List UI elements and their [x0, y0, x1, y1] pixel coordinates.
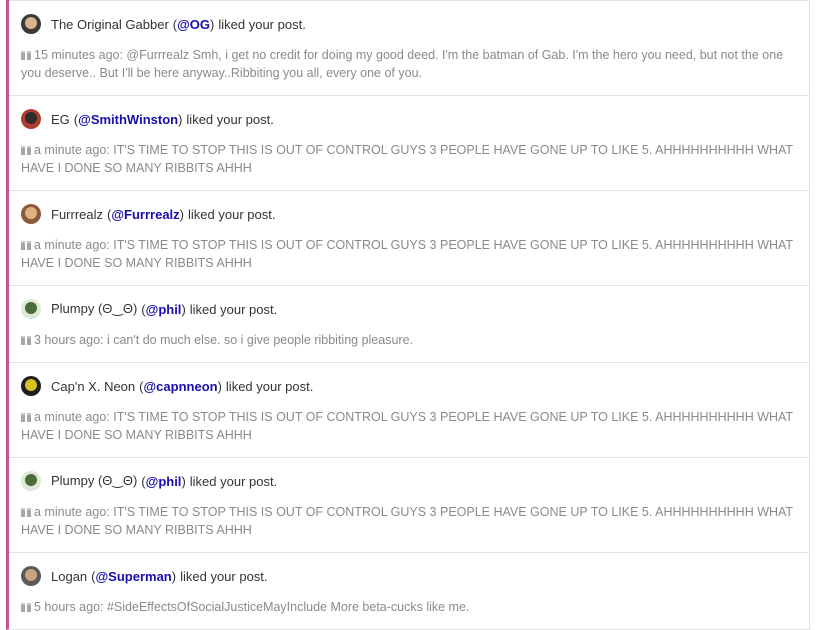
user-handle-link[interactable]: @Superman — [96, 569, 172, 584]
avatar-phil-icon[interactable] — [21, 471, 41, 491]
notification-header: Logan (@Superman) liked your post. — [21, 566, 797, 586]
action-text: liked your post. — [218, 16, 306, 32]
quote-icon — [21, 413, 31, 422]
avatar-phil-icon[interactable] — [21, 299, 41, 319]
avatar-gabber-icon[interactable] — [21, 14, 41, 34]
post-excerpt[interactable]: 15 minutes ago: @Furrrealz Smh, i get no… — [21, 46, 797, 82]
notification-header: Plumpy (Θ‿Θ) (@phil) liked your post. — [21, 299, 797, 319]
user-name[interactable]: Plumpy (Θ‿Θ) — [51, 301, 137, 317]
action-text: liked your post. — [189, 301, 278, 317]
handle-wrap: (@phil) — [141, 473, 186, 489]
post-excerpt-text: a minute ago: IT'S TIME TO STOP THIS IS … — [21, 410, 793, 442]
quote-icon — [21, 603, 31, 612]
quote-icon — [21, 336, 31, 345]
user-handle-link[interactable]: @OG — [177, 17, 210, 32]
avatar-superman-icon[interactable] — [21, 566, 41, 586]
notification-item[interactable]: The Original Gabber (@OG) liked your pos… — [9, 0, 809, 95]
avatar-smithwinston-icon[interactable] — [21, 109, 41, 129]
handle-wrap: (@phil) — [141, 301, 186, 317]
post-excerpt[interactable]: a minute ago: IT'S TIME TO STOP THIS IS … — [21, 408, 797, 444]
notification-item[interactable]: Plumpy (Θ‿Θ) (@phil) liked your post. a … — [9, 457, 809, 552]
notification-header: The Original Gabber (@OG) liked your pos… — [21, 14, 797, 34]
user-name[interactable]: EG — [51, 112, 70, 127]
user-handle-link[interactable]: @capnneon — [144, 379, 218, 394]
quote-icon — [21, 146, 31, 155]
notification-header: Cap'n X. Neon (@capnneon) liked your pos… — [21, 376, 797, 396]
notification-item[interactable]: Plumpy (Θ‿Θ) (@phil) liked your post. 3 … — [9, 285, 809, 362]
action-text: liked your post. — [225, 378, 314, 394]
handle-wrap: (@Superman) — [91, 568, 177, 584]
action-text: liked your post. — [180, 568, 268, 584]
handle-wrap: (@SmithWinston) — [73, 111, 183, 127]
notification-item[interactable]: Furrrealz (@Furrrealz) liked your post. … — [9, 190, 809, 285]
post-excerpt[interactable]: a minute ago: IT'S TIME TO STOP THIS IS … — [21, 236, 797, 272]
notification-header: Plumpy (Θ‿Θ) (@phil) liked your post. — [21, 471, 797, 491]
post-excerpt-text: a minute ago: IT'S TIME TO STOP THIS IS … — [21, 238, 793, 270]
user-handle-link[interactable]: @Furrrealz — [111, 207, 179, 222]
quote-icon — [21, 508, 31, 517]
post-excerpt-text: a minute ago: IT'S TIME TO STOP THIS IS … — [21, 505, 793, 537]
notification-item[interactable]: Cap'n X. Neon (@capnneon) liked your pos… — [9, 362, 809, 457]
notification-header: EG (@SmithWinston) liked your post. — [21, 109, 797, 129]
action-text: liked your post. — [189, 473, 278, 489]
avatar-capnneon-icon[interactable] — [21, 376, 41, 396]
quote-icon — [21, 241, 31, 250]
action-text: liked your post. — [188, 206, 276, 222]
user-name[interactable]: Furrrealz — [51, 207, 103, 222]
user-name[interactable]: Plumpy (Θ‿Θ) — [51, 473, 137, 489]
quote-icon — [21, 51, 31, 60]
post-excerpt-text: 15 minutes ago: @Furrrealz Smh, i get no… — [21, 48, 784, 80]
user-handle-link[interactable]: @phil — [146, 474, 182, 489]
post-excerpt[interactable]: a minute ago: IT'S TIME TO STOP THIS IS … — [21, 503, 797, 539]
action-text: liked your post. — [186, 111, 274, 127]
post-excerpt-text: a minute ago: IT'S TIME TO STOP THIS IS … — [21, 143, 793, 175]
post-excerpt-text: 5 hours ago: #SideEffectsOfSocialJustice… — [34, 600, 470, 614]
post-excerpt[interactable]: 3 hours ago: i can't do much else. so i … — [21, 331, 797, 349]
notification-item[interactable]: Logan (@Superman) liked your post. 5 hou… — [9, 552, 809, 629]
post-excerpt-text: 3 hours ago: i can't do much else. so i … — [34, 333, 414, 347]
handle-wrap: (@capnneon) — [139, 378, 222, 394]
avatar-furrrealz-icon[interactable] — [21, 204, 41, 224]
notifications-list: The Original Gabber (@OG) liked your pos… — [6, 0, 810, 630]
post-excerpt[interactable]: a minute ago: IT'S TIME TO STOP THIS IS … — [21, 141, 797, 177]
post-excerpt[interactable]: 5 hours ago: #SideEffectsOfSocialJustice… — [21, 598, 797, 616]
notification-item[interactable]: EG (@SmithWinston) liked your post. a mi… — [9, 95, 809, 190]
handle-wrap: (@OG) — [172, 16, 215, 32]
user-handle-link[interactable]: @SmithWinston — [78, 112, 178, 127]
user-name[interactable]: Logan — [51, 569, 87, 584]
user-name[interactable]: Cap'n X. Neon — [51, 379, 135, 394]
user-name[interactable]: The Original Gabber — [51, 17, 169, 32]
notification-header: Furrrealz (@Furrrealz) liked your post. — [21, 204, 797, 224]
user-handle-link[interactable]: @phil — [146, 302, 182, 317]
handle-wrap: (@Furrrealz) — [107, 206, 185, 222]
